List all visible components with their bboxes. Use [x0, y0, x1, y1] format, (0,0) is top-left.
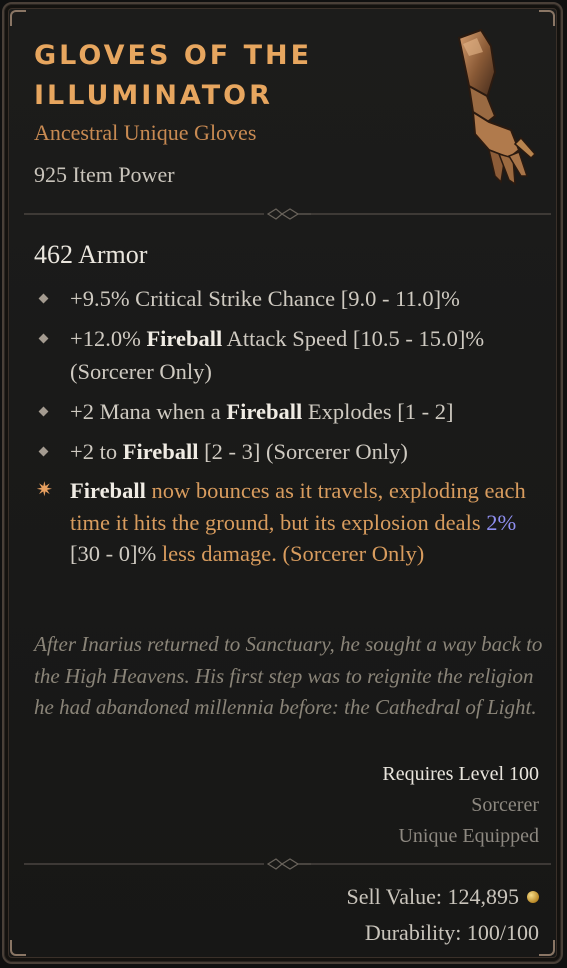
- affix-list: +9.5% Critical Strike Chance [9.0 - 11.0…: [34, 282, 544, 570]
- affix-item: +9.5% Critical Strike Chance [9.0 - 11.0…: [34, 282, 544, 315]
- unique-equipped: Unique Equipped: [398, 825, 539, 847]
- affix-text: Explodes [1 - 2]: [302, 399, 454, 424]
- gauntlet-glove-icon: [429, 26, 549, 196]
- affix-item: +2 to Fireball [2 - 3] (Sorcerer Only): [34, 435, 544, 468]
- frame-corner: [10, 10, 26, 26]
- item-power: 925 Item Power: [34, 162, 175, 187]
- aspect-value: 2%: [486, 509, 517, 535]
- item-title-line1: GLOVES OF THE: [34, 40, 313, 71]
- item-title-line2: ILLUMINATOR: [34, 80, 273, 111]
- diamond-bullet-icon: [38, 446, 49, 457]
- gold-coin-icon: [527, 891, 539, 903]
- diamond-bullet-icon: [38, 293, 49, 304]
- item-title: GLOVES OF THE ILLUMINATOR: [34, 36, 394, 116]
- skill-name: Fireball: [70, 478, 146, 503]
- affix-text: [2 - 3] (Sorcerer Only): [198, 439, 408, 464]
- aspect-range: [30 - 0]%: [70, 541, 157, 566]
- diamond-bullet-icon: [38, 406, 49, 417]
- unique-star-icon: ✷: [36, 479, 53, 501]
- diamond-bullet-icon: [38, 333, 49, 344]
- aspect-text: less damage. (Sorcerer Only): [156, 541, 425, 566]
- item-type: Ancestral Unique Gloves: [34, 120, 257, 145]
- affix-text: +9.5% Critical Strike Chance [9.0 - 11.0…: [70, 286, 460, 311]
- sell-value-row: Sell Value: 124,895: [346, 884, 539, 910]
- required-level: Requires Level 100: [382, 763, 539, 785]
- durability: Durability: 100/100: [364, 920, 539, 945]
- section-divider: [24, 206, 551, 222]
- frame-corner: [539, 10, 555, 26]
- affix-item: +2 Mana when a Fireball Explodes [1 - 2]: [34, 395, 544, 428]
- sell-value: Sell Value: 124,895: [346, 884, 519, 909]
- skill-name: Fireball: [146, 326, 223, 351]
- skill-name: Fireball: [226, 399, 303, 424]
- affix-text: +12.0%: [70, 326, 147, 351]
- skill-name: Fireball: [122, 439, 199, 464]
- required-class: Sorcerer: [471, 794, 539, 816]
- frame-corner: [539, 940, 555, 956]
- unique-aspect: ✷ Fireball now bounces as it travels, ex…: [34, 475, 544, 570]
- affix-item: +12.0% Fireball Attack Speed [10.5 - 15.…: [34, 322, 544, 388]
- item-tooltip: GLOVES OF THE ILLUMINATOR Ancestral Uniq…: [2, 2, 563, 964]
- affix-text: +2 to: [70, 439, 123, 464]
- flavor-text: After Inarius returned to Sanctuary, he …: [34, 632, 543, 719]
- affix-text: +2 Mana when a: [70, 399, 227, 424]
- section-divider: [24, 856, 551, 872]
- frame-corner: [10, 940, 26, 956]
- armor-value: 462 Armor: [34, 240, 148, 269]
